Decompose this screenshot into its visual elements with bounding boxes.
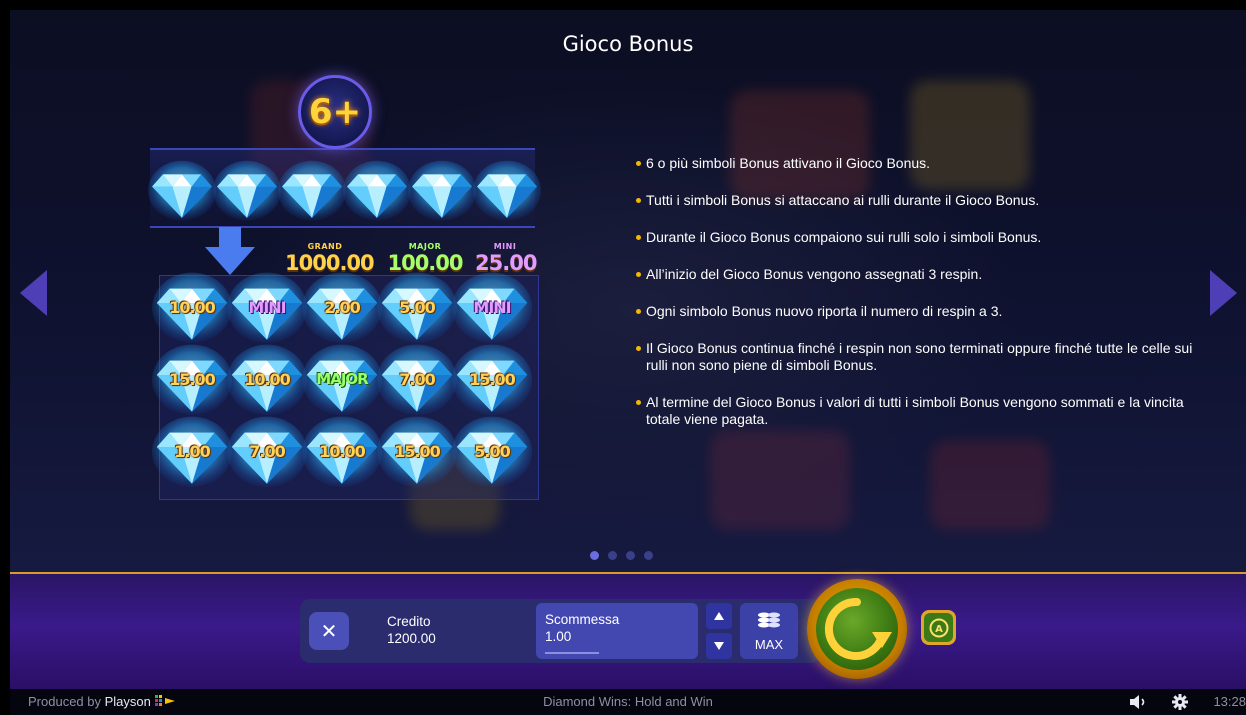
autoplay-button-face: A — [924, 613, 953, 642]
autoplay-icon: A — [929, 618, 948, 637]
page-dot[interactable] — [626, 551, 635, 560]
bonus-symbol: 7.00 — [227, 414, 307, 488]
spin-icon — [824, 597, 892, 660]
diamond-icon — [408, 158, 476, 226]
trigger-count-badge: 6+ — [298, 75, 372, 149]
bonus-symbol: 10.00 — [227, 342, 307, 416]
bonus-symbol-value: 10.00 — [319, 442, 366, 461]
bonus-symbol-value: 15.00 — [169, 370, 216, 389]
bonus-symbol-value: 10.00 — [169, 298, 216, 317]
bonus-symbol-value: 5.00 — [474, 442, 510, 461]
gear-icon[interactable] — [1172, 694, 1188, 710]
bg-symbol-ghost — [930, 440, 1050, 530]
rules-list: 6 o più simboli Bonus attivano il Gioco … — [636, 155, 1196, 448]
bet-underline — [545, 652, 599, 654]
bonus-symbol: MAJOR — [302, 342, 382, 416]
bet-display[interactable]: Scommessa 1.00 — [536, 603, 698, 659]
bonus-symbol-value: MINI — [473, 298, 511, 317]
bonus-symbol: 10.00 — [152, 270, 232, 344]
bonus-symbol-value: 2.00 — [324, 298, 360, 317]
rule-item: Al termine del Gioco Bonus i valori di t… — [636, 394, 1196, 428]
bonus-symbol-value: 15.00 — [469, 370, 516, 389]
bonus-symbol: 5.00 — [452, 414, 532, 488]
jackpot-label: MAJOR — [408, 242, 442, 251]
coins-stack-icon — [758, 612, 780, 628]
spin-button-face — [816, 588, 898, 670]
bonus-symbol-value: 7.00 — [249, 442, 285, 461]
bonus-symbol-value: 15.00 — [394, 442, 441, 461]
rule-item: Durante il Gioco Bonus compaiono sui rul… — [636, 229, 1196, 246]
diamond-icon — [213, 158, 281, 226]
bet-label: Scommessa — [545, 612, 620, 627]
bonus-symbol: 15.00 — [377, 414, 457, 488]
next-arrow-icon[interactable] — [1210, 270, 1237, 316]
close-icon: ✕ — [320, 619, 338, 643]
max-bet-button[interactable]: MAX — [740, 603, 798, 659]
rule-item: Il Gioco Bonus continua finché i respin … — [636, 340, 1196, 374]
bonus-symbol-value: MAJOR — [316, 370, 368, 388]
bonus-symbol: 15.00 — [152, 342, 232, 416]
bonus-symbol-value: 1.00 — [174, 442, 210, 461]
footer-bar: Produced by Playson Diamond Wins: Hold a… — [10, 689, 1246, 715]
credit-display: Credito 1200.00 — [387, 613, 436, 647]
volume-icon[interactable] — [1130, 695, 1148, 709]
bonus-symbol: MINI — [227, 270, 307, 344]
diamond-icon — [278, 158, 346, 226]
rule-item: Ogni simbolo Bonus nuovo riporta il nume… — [636, 303, 1196, 320]
bonus-symbol-value: MINI — [248, 298, 286, 317]
jackpot-label: MINI — [493, 242, 517, 251]
bonus-symbol-value: 5.00 — [399, 298, 435, 317]
bonus-symbol-value: 10.00 — [244, 370, 291, 389]
game-stage: Gioco Bonus 6+ GRAND 1000.00 MAJOR 100.00 MI… — [10, 10, 1246, 573]
game-name: Diamond Wins: Hold and Win — [543, 694, 713, 709]
spin-button[interactable] — [807, 579, 907, 679]
bonus-symbol-value: 7.00 — [399, 370, 435, 389]
close-button[interactable]: ✕ — [309, 612, 349, 650]
rule-item: Tutti i simboli Bonus si attaccano ai ru… — [636, 192, 1196, 209]
bonus-symbol: 1.00 — [152, 414, 232, 488]
diamond-icon — [343, 158, 411, 226]
credit-value: 1200.00 — [387, 631, 436, 646]
max-label: MAX — [754, 637, 784, 652]
jackpot-label: GRAND — [307, 242, 343, 251]
control-bar: ✕ Credito 1200.00 Scommessa 1.00 MAX A — [10, 574, 1246, 689]
bet-value: 1.00 — [545, 629, 572, 644]
page-dot[interactable] — [644, 551, 653, 560]
page-title: Gioco Bonus — [562, 32, 694, 56]
bet-decrease-button[interactable] — [706, 633, 732, 659]
page-dot[interactable] — [590, 551, 599, 560]
diamond-icon — [473, 158, 541, 226]
rule-item: All’inizio del Gioco Bonus vengono asseg… — [636, 266, 1196, 283]
bonus-illustration: 6+ GRAND 1000.00 MAJOR 100.00 MINI 25.00 10.0… — [135, 70, 541, 500]
bonus-grid: 10.00 MINI 2.00 5.00 MINI 15.00 10.00 MAJOR 7.00… — [152, 272, 539, 500]
bet-panel: ✕ Credito 1200.00 Scommessa 1.00 MAX — [300, 599, 820, 663]
bonus-symbol: 7.00 — [377, 342, 457, 416]
clock: 13:28 — [1213, 694, 1246, 709]
bonus-symbol: 5.00 — [377, 270, 457, 344]
page-dot[interactable] — [608, 551, 617, 560]
diamond-icon — [148, 158, 216, 226]
bonus-symbol: 2.00 — [302, 270, 382, 344]
prev-arrow-icon[interactable] — [20, 270, 47, 316]
bonus-symbol: MINI — [452, 270, 532, 344]
bet-increase-button[interactable] — [706, 603, 732, 629]
bonus-symbol: 15.00 — [452, 342, 532, 416]
credit-label: Credito — [387, 614, 431, 629]
page-indicator — [590, 551, 653, 560]
svg-text:A: A — [935, 624, 943, 635]
bonus-symbol: 10.00 — [302, 414, 382, 488]
arrow-down-icon — [714, 642, 724, 650]
autoplay-button[interactable]: A — [921, 610, 956, 645]
rule-item: 6 o più simboli Bonus attivano il Gioco … — [636, 155, 1196, 172]
arrow-up-icon — [714, 612, 724, 620]
